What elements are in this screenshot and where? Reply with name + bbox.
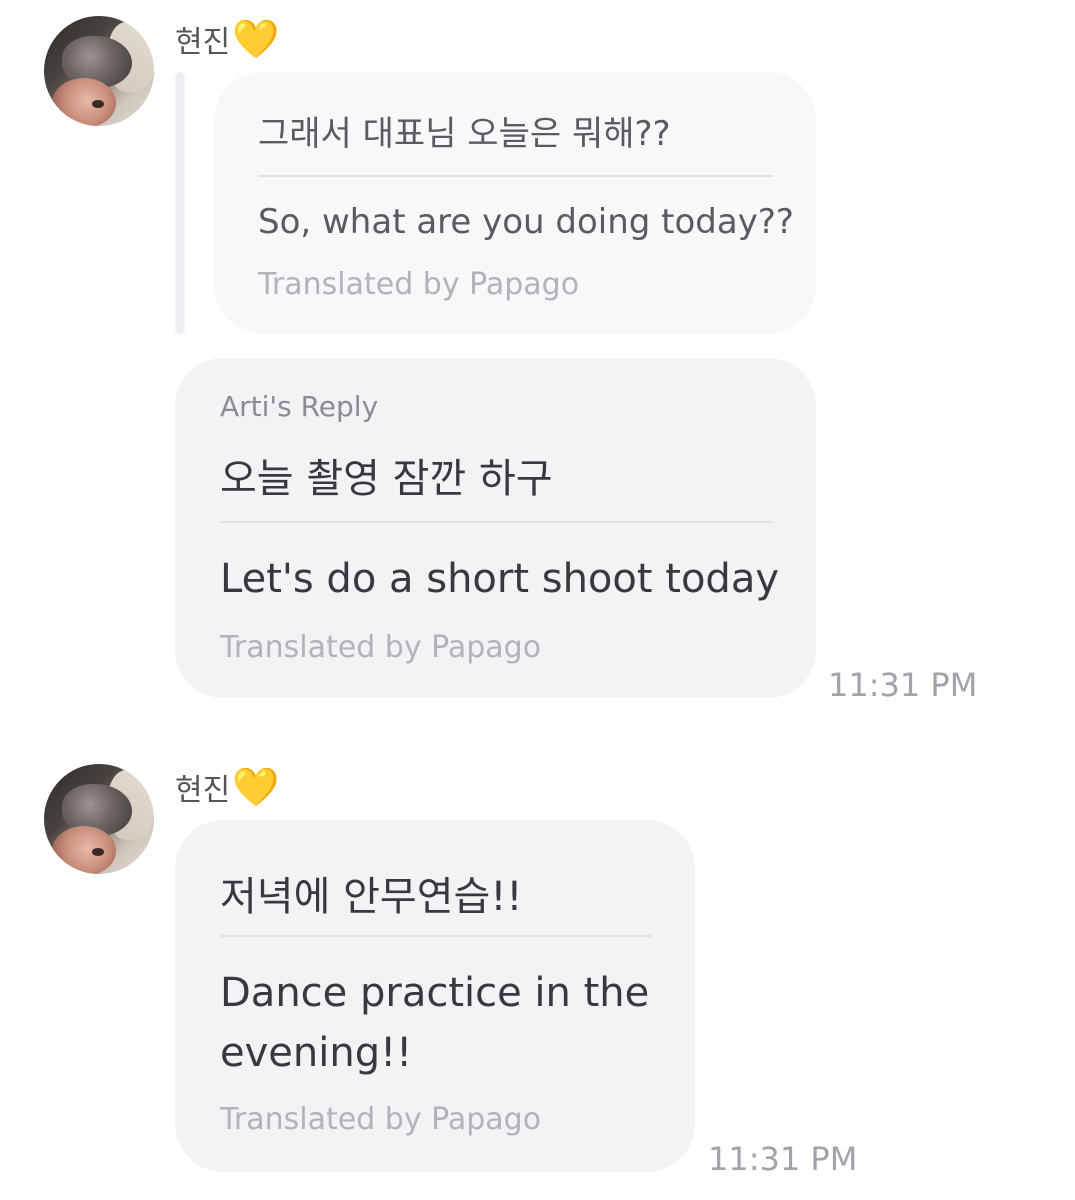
reply-translation-text: Let's do a short shoot today [220,556,780,602]
message-original-text: 저녁에 안무연습!! [220,874,523,920]
avatar-photo-part [92,848,104,856]
heart-icon: 💛 [232,765,280,809]
divider [220,935,652,937]
message-translation-line1: Dance practice in the [220,970,650,1016]
quoted-translation-text: So, what are you doing today?? [258,202,794,242]
reply-original-text: 오늘 촬영 잠깐 하구 [220,456,553,502]
quoted-original-text: 그래서 대표님 오늘은 뭐해?? [258,114,671,154]
timestamp: 11:31 PM [708,1140,858,1178]
timestamp: 11:31 PM [828,666,978,704]
reply-label: Arti's Reply [220,390,379,423]
reply-message-bubble[interactable]: Arti's Reply 오늘 촬영 잠깐 하구 Let's do a shor… [175,358,816,698]
message-bubble[interactable]: 저녁에 안무연습!! Dance practice in the evening… [175,820,695,1172]
divider [258,175,773,177]
sender-name-text: 현진 [175,773,231,808]
avatar[interactable] [44,764,154,874]
avatar-photo-part [92,100,104,108]
translated-by-label: Translated by Papago [258,267,580,302]
quote-bar [175,72,185,334]
avatar[interactable] [44,16,154,126]
avatar-photo-part [52,78,116,126]
quoted-message-bubble[interactable]: 그래서 대표님 오늘은 뭐해?? So, what are you doing … [214,72,816,334]
sender-name: 현진 💛 [175,16,280,62]
sender-name: 현진 💛 [175,764,280,810]
heart-icon: 💛 [232,17,280,61]
translated-by-label: Translated by Papago [220,1102,542,1137]
sender-name-text: 현진 [175,25,231,60]
translated-by-label: Translated by Papago [220,630,542,665]
avatar-photo-part [52,826,116,874]
message-translation-line2: evening!! [220,1030,413,1076]
divider [220,521,773,523]
